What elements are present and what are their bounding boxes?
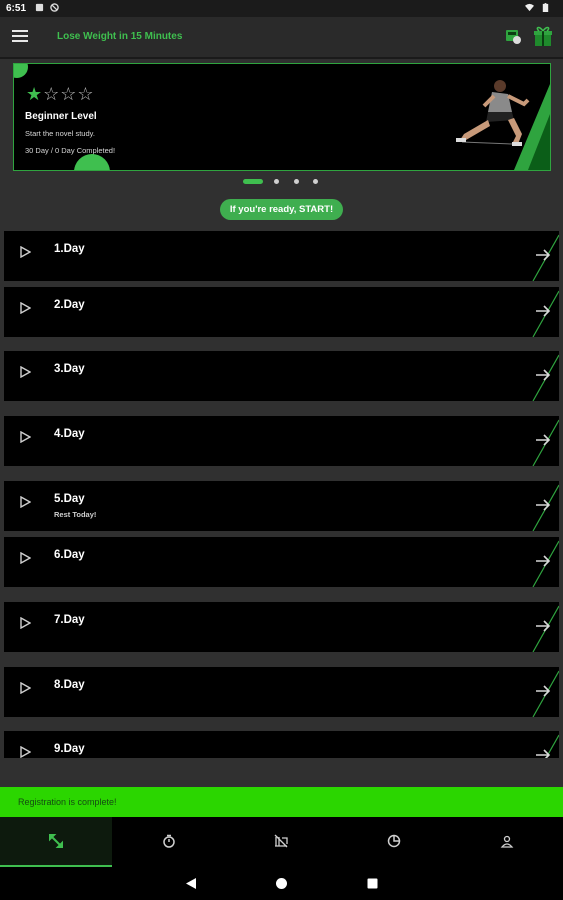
notification-icon bbox=[35, 3, 44, 12]
arrow-right-icon bbox=[536, 249, 551, 261]
day-label: 4.Day bbox=[54, 428, 85, 440]
level-subtitle: Start the novel study. bbox=[25, 129, 95, 138]
arrow-right-icon bbox=[536, 620, 551, 632]
day-label: 1.Day bbox=[54, 243, 85, 255]
level-banner[interactable]: ★☆☆☆ Beginner Level Start the novel stud… bbox=[13, 63, 551, 171]
play-icon bbox=[20, 617, 31, 629]
day-label: 6.Day bbox=[54, 549, 85, 561]
level-title: Beginner Level bbox=[25, 111, 97, 122]
wifi-icon bbox=[525, 3, 534, 12]
day-note: Rest Today! bbox=[54, 510, 97, 519]
workout-icon bbox=[49, 834, 63, 848]
star-empty-icon: ☆ bbox=[43, 84, 61, 104]
play-icon bbox=[20, 246, 31, 258]
day-label: 7.Day bbox=[54, 614, 85, 626]
timer-icon[interactable] bbox=[504, 27, 522, 45]
day-card[interactable]: 2.Day bbox=[4, 287, 559, 337]
carousel-indicator bbox=[0, 177, 563, 187]
recents-icon[interactable] bbox=[367, 878, 378, 889]
timer-icon bbox=[163, 834, 175, 848]
home-icon[interactable] bbox=[276, 878, 287, 889]
bottom-navigation bbox=[0, 817, 563, 867]
bottom-accent bbox=[74, 154, 110, 170]
carousel-dot[interactable] bbox=[294, 179, 299, 184]
arrow-right-icon bbox=[536, 369, 551, 381]
battery-icon bbox=[542, 3, 549, 12]
profile-icon bbox=[500, 835, 514, 848]
no-meal-icon bbox=[274, 834, 288, 848]
day-label: 8.Day bbox=[54, 679, 85, 691]
play-icon bbox=[20, 431, 31, 443]
status-time: 6:51 bbox=[6, 3, 27, 14]
menu-icon[interactable] bbox=[12, 30, 28, 43]
pie-chart-icon bbox=[387, 834, 401, 848]
arrow-right-icon bbox=[536, 434, 551, 446]
day-card[interactable]: 9.Day bbox=[4, 731, 559, 758]
star-empty-icon: ☆ bbox=[60, 84, 78, 104]
start-button[interactable]: If you're ready, START! bbox=[220, 199, 343, 220]
carousel-dot[interactable] bbox=[313, 179, 318, 184]
snackbar-text: Registration is complete! bbox=[18, 797, 117, 807]
day-card[interactable]: 6.Day bbox=[4, 537, 559, 587]
system-navigation-bar bbox=[0, 867, 563, 900]
carousel-dot[interactable] bbox=[274, 179, 279, 184]
day-label: 5.Day bbox=[54, 493, 85, 505]
nav-item-profile[interactable] bbox=[451, 817, 563, 867]
gift-icon[interactable] bbox=[533, 25, 553, 47]
play-icon bbox=[20, 552, 31, 564]
nav-item-workout[interactable] bbox=[0, 817, 112, 867]
arrow-right-icon bbox=[536, 555, 551, 567]
day-card[interactable]: 5.Day Rest Today! bbox=[4, 481, 559, 531]
day-card[interactable]: 3.Day bbox=[4, 351, 559, 401]
day-card[interactable]: 8.Day bbox=[4, 667, 559, 717]
nav-item-diet[interactable] bbox=[225, 817, 337, 867]
day-label: 2.Day bbox=[54, 299, 85, 311]
app-title: Lose Weight in 15 Minutes bbox=[57, 31, 183, 42]
back-icon[interactable] bbox=[186, 878, 197, 889]
carousel-dot-active[interactable] bbox=[243, 179, 263, 184]
arrow-right-icon bbox=[536, 685, 551, 697]
nav-item-timer[interactable] bbox=[113, 817, 225, 867]
day-card[interactable]: 7.Day bbox=[4, 602, 559, 652]
day-label: 3.Day bbox=[54, 363, 85, 375]
play-icon bbox=[20, 302, 31, 314]
rating-stars: ★☆☆☆ bbox=[26, 84, 95, 105]
day-label: 9.Day bbox=[54, 743, 85, 755]
status-bar: 6:51 bbox=[0, 0, 563, 17]
athlete-illustration bbox=[456, 80, 550, 170]
star-empty-icon: ☆ bbox=[77, 84, 95, 104]
no-disturb-icon bbox=[50, 3, 59, 12]
corner-accent bbox=[14, 64, 28, 78]
play-icon bbox=[20, 496, 31, 508]
day-card[interactable]: 4.Day bbox=[4, 416, 559, 466]
app-bar: Lose Weight in 15 Minutes bbox=[0, 17, 563, 59]
snackbar: Registration is complete! bbox=[0, 787, 563, 817]
arrow-right-icon bbox=[536, 305, 551, 317]
day-card[interactable]: 1.Day bbox=[4, 231, 559, 281]
star-filled-icon: ★ bbox=[26, 84, 44, 104]
play-icon bbox=[20, 746, 31, 758]
nav-item-stats[interactable] bbox=[338, 817, 450, 867]
arrow-right-icon bbox=[536, 749, 551, 758]
play-icon bbox=[20, 682, 31, 694]
play-icon bbox=[20, 366, 31, 378]
arrow-right-icon bbox=[536, 499, 551, 511]
